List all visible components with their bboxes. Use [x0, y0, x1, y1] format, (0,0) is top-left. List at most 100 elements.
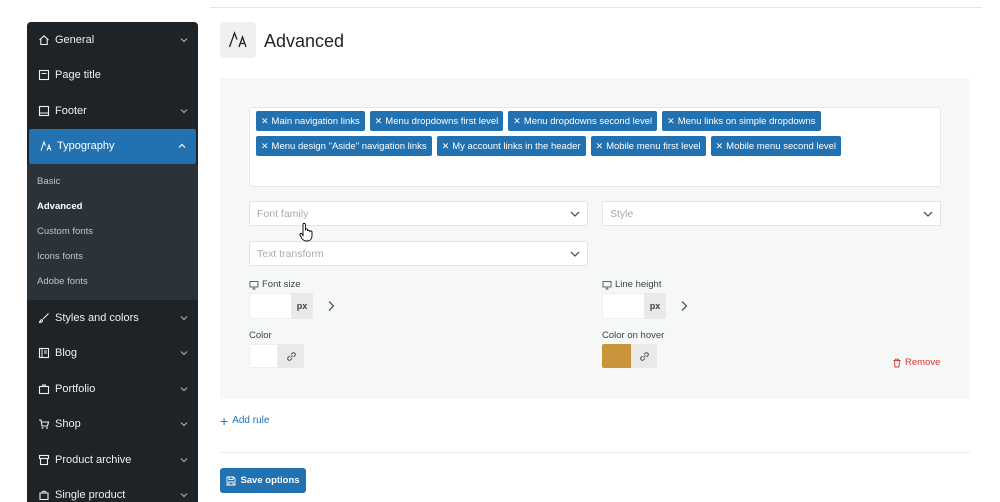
font-size-field[interactable] [249, 293, 291, 319]
sidebar-item-footer[interactable]: Footer [27, 93, 198, 129]
chevron-right-icon[interactable] [326, 300, 336, 312]
color-hover-label: Color on hover [602, 330, 665, 341]
chevron-down-icon [570, 211, 580, 217]
color-picker [249, 344, 304, 368]
selector-tag[interactable]: ✕ Main navigation links [256, 111, 365, 131]
remove-tag-icon[interactable]: ✕ [716, 141, 724, 152]
submenu-item-adobe-fonts[interactable]: Adobe fonts [27, 269, 198, 294]
selector-tag[interactable]: ✕ Mobile menu first level [590, 136, 706, 156]
chevron-down-icon [923, 211, 933, 217]
selector-tag[interactable]: ✕ Menu dropdowns second level [508, 111, 658, 131]
remove-tag-icon[interactable]: ✕ [667, 116, 675, 127]
submenu-item-advanced[interactable]: Advanced [27, 194, 198, 219]
submenu-item-basic[interactable]: Basic [27, 169, 198, 194]
chevron-up-icon [178, 143, 186, 149]
hand-cursor-icon [299, 222, 313, 242]
color-label: Color [249, 330, 272, 341]
desktop-icon [249, 280, 259, 289]
color-hover-picker [602, 344, 657, 368]
sidebar-item-general[interactable]: General [27, 22, 198, 58]
sidebar-item-label: Product archive [55, 453, 132, 466]
sidebar-item-styles-colors[interactable]: Styles and colors [27, 300, 198, 336]
sidebar-item-page-title[interactable]: Page title [27, 58, 198, 94]
remove-tag-icon[interactable]: ✕ [375, 116, 383, 127]
submenu-item-custom-fonts[interactable]: Custom fonts [27, 219, 198, 244]
chevron-down-icon [180, 457, 188, 463]
line-height-label: Line height [602, 279, 661, 290]
sidebar-item-label: Styles and colors [55, 311, 139, 324]
color-hover-swatch[interactable] [602, 344, 631, 368]
archive-icon [37, 453, 50, 466]
home-icon [37, 33, 50, 46]
sidebar-item-portfolio[interactable]: Portfolio [27, 371, 198, 407]
remove-rule-button[interactable]: Remove [892, 357, 940, 368]
typography-rule-panel: ✕ Main navigation links ✕ Menu dropdowns f… [220, 78, 970, 399]
line-height-input: px [602, 293, 666, 319]
remove-tag-icon[interactable]: ✕ [261, 141, 269, 152]
chevron-down-icon [180, 108, 188, 114]
trash-icon [893, 358, 901, 367]
sidebar-item-label: Footer [55, 104, 87, 117]
typography-submenu: Basic Advanced Custom fonts Icons fonts … [27, 164, 198, 300]
sidebar-item-label: Page title [55, 69, 101, 82]
typography-icon [39, 140, 52, 153]
style-select[interactable]: Style [602, 201, 941, 226]
chevron-down-icon [180, 422, 188, 427]
font-size-unit[interactable]: px [291, 293, 313, 319]
selector-tag-input[interactable]: ✕ Main navigation links ✕ Menu dropdowns f… [249, 107, 941, 187]
portfolio-icon [37, 382, 50, 395]
text-transform-select[interactable]: Text transform [249, 241, 588, 266]
save-options-button[interactable]: Save options [220, 468, 306, 493]
page-title-icon [37, 69, 50, 82]
cart-icon [37, 418, 50, 431]
sidebar-item-product-archive[interactable]: Product archive [27, 442, 198, 478]
product-icon [37, 489, 50, 502]
sidebar-item-blog[interactable]: Blog [27, 336, 198, 372]
color-swatch[interactable] [249, 344, 278, 368]
save-icon [226, 476, 236, 485]
desktop-icon [602, 280, 612, 289]
sidebar-item-label: Single product [55, 489, 126, 502]
sidebar-item-label: General [55, 33, 95, 46]
remove-tag-icon[interactable]: ✕ [596, 141, 604, 152]
sidebar-item-single-product[interactable]: Single product [27, 478, 198, 502]
chevron-down-icon [180, 37, 188, 43]
chevron-down-icon [180, 493, 188, 498]
sidebar-item-label: Typography [57, 140, 115, 153]
remove-tag-icon[interactable]: ✕ [261, 116, 269, 127]
chevron-down-icon [180, 386, 188, 392]
sidebar-item-label: Blog [55, 347, 78, 360]
sidebar-item-typography[interactable]: Typography [29, 128, 196, 164]
sidebar-item-label: Portfolio [55, 382, 96, 395]
typography-icon [220, 22, 256, 58]
line-height-unit[interactable]: px [644, 293, 666, 319]
settings-sidebar: General Page title Footer Typography Bas… [27, 22, 198, 502]
chevron-down-icon [180, 315, 188, 321]
plus-icon: + [220, 412, 229, 429]
selector-tag[interactable]: ✕ Mobile menu second level [710, 136, 842, 156]
selector-tag[interactable]: ✕ Menu dropdowns first level [369, 111, 504, 131]
font-size-input: px [249, 293, 313, 319]
add-rule-button[interactable]: + Add rule [220, 412, 269, 429]
blog-icon [37, 347, 50, 360]
remove-tag-icon[interactable]: ✕ [513, 116, 521, 127]
selector-tag[interactable]: ✕ My account links in the header [436, 136, 586, 156]
divider [220, 452, 970, 453]
chevron-right-icon[interactable] [679, 300, 689, 312]
link-icon[interactable] [278, 344, 304, 368]
submenu-item-icons-fonts[interactable]: Icons fonts [27, 244, 198, 269]
selector-tag[interactable]: ✕ Menu design "Aside" navigation links [256, 136, 432, 156]
font-size-label: Font size [249, 279, 301, 290]
top-divider [210, 7, 982, 8]
page-title: Advanced [264, 31, 345, 51]
chevron-down-icon [570, 251, 580, 257]
remove-tag-icon[interactable]: ✕ [442, 141, 450, 152]
line-height-field[interactable] [602, 293, 644, 319]
brush-icon [37, 311, 50, 324]
sidebar-item-label: Shop [55, 418, 81, 431]
selector-tag[interactable]: ✕ Menu links on simple dropdowns [662, 111, 821, 131]
chevron-down-icon [180, 351, 188, 356]
sidebar-item-shop[interactable]: Shop [27, 407, 198, 443]
footer-icon [37, 104, 50, 117]
link-icon[interactable] [631, 344, 657, 368]
